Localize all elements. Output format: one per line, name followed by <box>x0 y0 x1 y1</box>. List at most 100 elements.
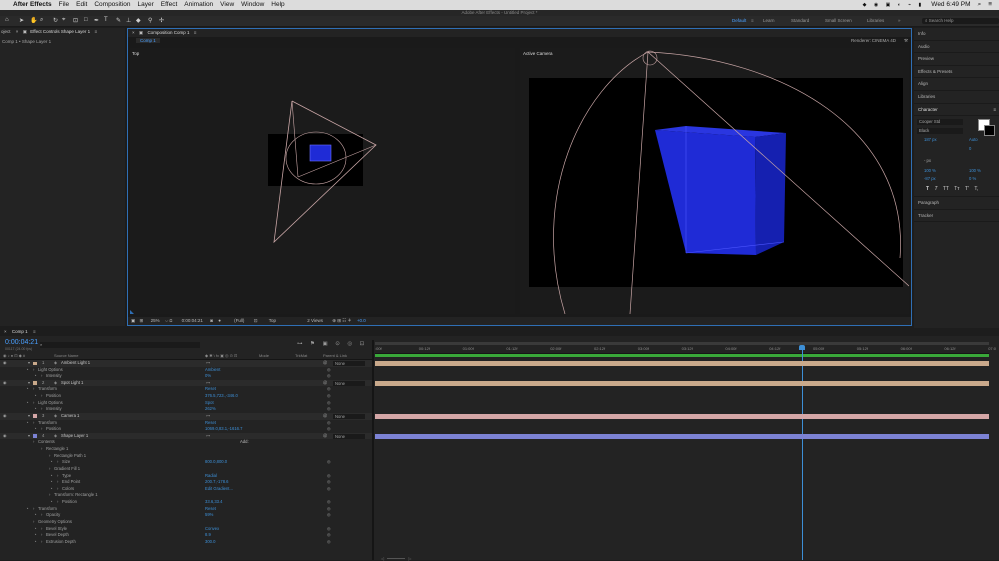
leading-value[interactable]: Auto <box>969 137 978 142</box>
expression-icon[interactable]: ◎ <box>327 386 331 393</box>
label-color-swatch[interactable] <box>33 414 37 418</box>
stopwatch-icon[interactable]: ◔ <box>26 506 29 513</box>
hand-tool-icon[interactable]: ✋ <box>30 17 37 24</box>
work-area-green[interactable] <box>375 354 989 357</box>
character-panel-header[interactable]: Character ≡ <box>914 104 999 117</box>
workspace-small-screen[interactable]: Small Screen <box>825 18 852 23</box>
property-value[interactable]: Convex <box>205 526 219 533</box>
property-value[interactable]: Edit Gradient... <box>205 486 233 493</box>
puppet-tool-icon[interactable]: ✢ <box>159 17 164 24</box>
time-ruler[interactable]: :00f 00:12f 01:00f 01:12f 02:00f 02:12f 03:00f… <box>375 345 996 354</box>
expand-twirl-icon[interactable]: › <box>41 406 42 413</box>
pan-behind-icon[interactable]: ⊡ <box>73 17 78 24</box>
stopwatch-icon[interactable]: ◔ <box>26 386 29 393</box>
layout-select[interactable]: 2 Views <box>307 318 323 323</box>
property-value[interactable]: 33.6,33.4 <box>205 499 222 506</box>
playhead[interactable] <box>802 345 803 560</box>
expand-twirl-icon[interactable]: › <box>33 439 34 446</box>
stopwatch-icon[interactable]: ◔ <box>50 459 53 466</box>
property-value[interactable]: Reset <box>205 386 216 393</box>
snapshot-icon[interactable]: ◙ <box>210 318 213 323</box>
tsume-value[interactable]: 0 % <box>969 176 976 181</box>
layer-switch-icon[interactable]: ⊶ <box>206 433 210 440</box>
expression-icon[interactable]: ◎ <box>327 426 331 433</box>
property-value[interactable]: Spot <box>205 400 214 407</box>
rectangle-tool-icon[interactable]: □ <box>84 17 88 23</box>
menu-effect[interactable]: Effect <box>161 0 178 10</box>
panel-menu-icon[interactable]: ≡ <box>33 329 36 334</box>
lock-icon[interactable]: ▣ <box>139 30 143 35</box>
property-row[interactable]: › Rectangle 1 <box>0 446 372 453</box>
expand-twirl-icon[interactable]: › <box>41 393 42 400</box>
expand-twirl-icon[interactable]: › <box>41 512 42 519</box>
timeline-tab[interactable]: Comp 1 <box>12 329 28 334</box>
mode-header[interactable]: Mode <box>259 353 269 359</box>
expression-icon[interactable]: ◎ <box>327 512 331 519</box>
roi-icon[interactable]: ⊡ <box>254 318 258 323</box>
expand-twirl-icon[interactable]: › <box>41 426 42 433</box>
timecode-display[interactable]: 0:00:04:21 <box>5 339 38 346</box>
top-view[interactable]: Top <box>130 48 515 314</box>
stopwatch-icon[interactable]: ◔ <box>50 473 53 480</box>
stopwatch-icon[interactable]: ◔ <box>34 532 37 539</box>
layer-duration-bar[interactable] <box>375 433 989 439</box>
menu-edit[interactable]: Edit <box>76 0 87 10</box>
trkmat-header[interactable]: TrkMat <box>295 353 307 359</box>
property-value[interactable]: Ambient <box>205 367 220 374</box>
stopwatch-icon[interactable]: ◔ <box>26 367 29 374</box>
pickwhip-icon[interactable]: @ <box>323 433 327 440</box>
playhead-handle[interactable] <box>799 345 805 350</box>
expand-twirl-icon[interactable]: › <box>33 367 34 374</box>
expand-twirl-icon[interactable]: › <box>41 373 42 380</box>
layer-duration-bar[interactable] <box>375 380 989 386</box>
composition-tab[interactable]: Composition Comp 1 <box>147 30 189 35</box>
parent-select[interactable]: None <box>333 380 365 386</box>
baseline-shift-value[interactable]: -87 px <box>924 176 936 181</box>
property-row[interactable]: › Bevel Depth ◔ 8.9 ◎ <box>0 532 372 539</box>
tracking-value[interactable]: 0 <box>969 146 971 151</box>
layer-name[interactable]: Spot Light 1 <box>61 380 83 387</box>
panel-menu-icon[interactable]: ≡ <box>194 30 197 35</box>
expand-twirl-icon[interactable]: › <box>57 459 58 466</box>
workspace-standard[interactable]: Standard <box>791 18 809 23</box>
resolution-select[interactable]: (Full) <box>234 318 244 323</box>
pen-tool-icon[interactable]: ✒ <box>94 17 99 24</box>
property-value[interactable]: 8.9 <box>205 532 211 539</box>
expression-icon[interactable]: ◎ <box>327 526 331 533</box>
visibility-icon[interactable]: ◉ <box>3 380 7 387</box>
expression-icon[interactable]: ◎ <box>327 406 331 413</box>
expand-twirl-icon[interactable]: › <box>41 446 42 453</box>
current-time[interactable]: 0:00:04:21 <box>182 318 203 323</box>
menu-layer[interactable]: Layer <box>137 0 153 10</box>
zoom-select[interactable]: 25% <box>151 318 160 323</box>
expand-twirl-icon[interactable]: › <box>57 473 58 480</box>
menu-window[interactable]: Window <box>241 0 264 10</box>
visibility-icon[interactable]: ◉ <box>3 360 7 367</box>
tracker-panel[interactable]: Tracker <box>914 210 999 223</box>
show-channel-icon[interactable]: ● <box>218 318 221 323</box>
exposure-value[interactable]: +0.0 <box>357 318 366 323</box>
property-value[interactable]: 800.0,800.0 <box>205 459 227 466</box>
notification-icon[interactable]: ≡ <box>988 0 992 10</box>
comp-subtab[interactable]: Comp 1 <box>136 38 160 43</box>
timeline-close-icon[interactable]: × <box>4 329 7 334</box>
expand-twirl-icon[interactable]: ▾ <box>28 413 30 420</box>
horizontal-scale-value[interactable]: 100 % <box>969 168 981 173</box>
expression-icon[interactable]: ◎ <box>327 459 331 466</box>
layer-switch-icon[interactable]: ⊶ <box>206 413 210 420</box>
timeline-switches[interactable]: ⊶ ⚑ ▣ ⊙ ◎ ⊡ <box>297 341 367 347</box>
property-value[interactable]: Reset <box>205 420 216 427</box>
zoom-tool-icon[interactable]: ⌕ <box>40 17 43 24</box>
expression-icon[interactable]: ◎ <box>327 373 331 380</box>
panel-menu-icon[interactable]: ≡ <box>94 29 97 34</box>
timeline-search-field[interactable]: ⌕ <box>40 342 200 348</box>
property-row[interactable]: › Transform ◔ Reset ◎ <box>0 420 372 427</box>
type-tool-icon[interactable]: T <box>104 17 108 23</box>
subscript-button[interactable]: T, <box>974 186 978 192</box>
property-row[interactable]: › Light Options ◔ Spot ◎ <box>0 400 372 407</box>
effect-controls-tab[interactable]: Effect Controls Shape Layer 1 <box>30 29 90 34</box>
property-value[interactable]: 59% <box>205 512 213 519</box>
spotlight-icon[interactable]: ⌕ <box>978 0 982 10</box>
menu-help[interactable]: Help <box>271 0 284 10</box>
panel-close-icon[interactable]: × <box>16 29 19 34</box>
